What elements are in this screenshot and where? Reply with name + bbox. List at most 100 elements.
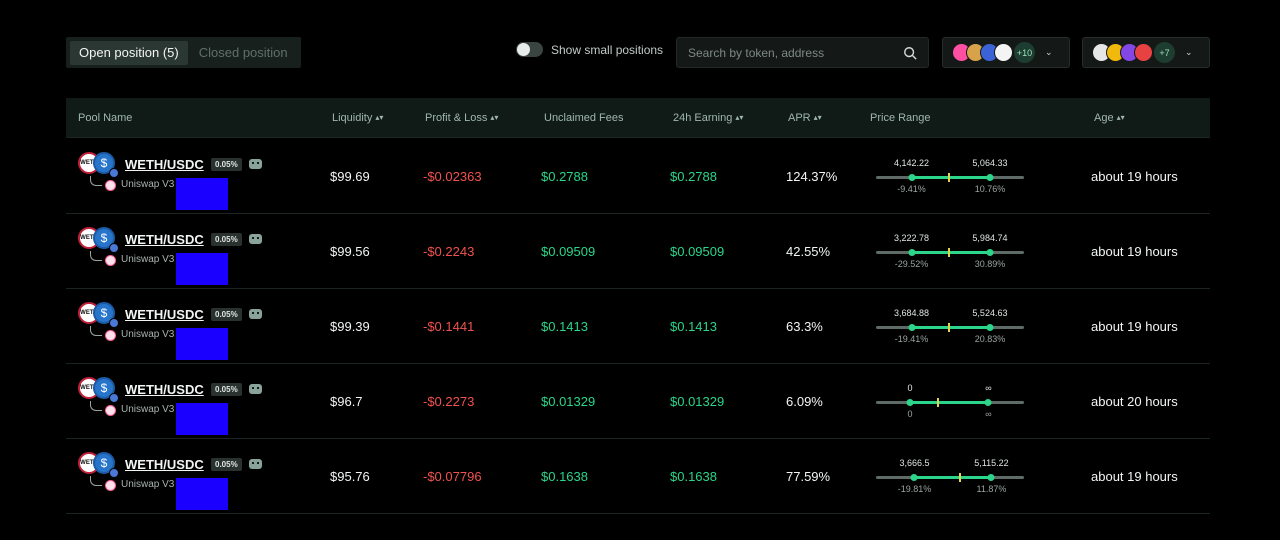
sort-icon[interactable]: ▴▾ [1117,114,1125,122]
pnl-value: -$0.1441 [423,319,475,334]
connector-line [90,251,102,261]
24h-earning-value: $0.09509 [670,244,725,259]
small-positions-toggle-group: Show small positions [516,42,663,57]
dex-name: Uniswap V3 [121,329,175,340]
range-fill [911,326,990,329]
search-icon[interactable] [903,46,917,60]
dex-name: Uniswap V3 [121,179,175,190]
range-min-percent: -19.81% [897,484,932,494]
chevron-down-icon: ⌄ [1185,47,1193,57]
pnl-value: -$0.2243 [423,244,475,259]
sort-icon[interactable]: ▴▾ [490,114,498,122]
range-max-handle [984,399,992,406]
table-row[interactable]: WETH $ WETH/USDC 0.05% Uniswap V3 $96.7 … [66,364,1210,439]
fee-tier-badge: 0.05% [211,233,242,246]
range-min-handle [906,399,914,406]
pool-pair-link[interactable]: WETH/USDC [125,157,204,172]
dex-logo-icon [994,43,1013,62]
range-min-price: 4,142.22 [893,158,930,168]
header-24h-earning[interactable]: 24h Earning ▴▾ [673,98,743,138]
apr-value: 6.09% [786,394,823,409]
dex-filter-dropdown[interactable]: +10 ⌄ [942,37,1070,68]
range-fill [911,176,990,179]
sort-icon[interactable]: ▴▾ [375,114,383,122]
sort-icon[interactable]: ▴▾ [735,114,743,122]
range-min-percent: -19.41% [894,334,929,344]
unclaimed-fees-value: $0.01329 [541,394,596,409]
robot-icon[interactable] [249,159,262,169]
connector-line [90,401,102,411]
robot-icon[interactable] [249,459,262,469]
small-positions-label: Show small positions [551,42,664,57]
table-row[interactable]: WETH $ WETH/USDC 0.05% Uniswap V3 $95.76… [66,439,1210,514]
connector-line [90,176,102,186]
range-max-price: 5,524.63 [972,308,1008,318]
more-count-badge: +7 [1154,42,1175,63]
dex-name: Uniswap V3 [121,404,175,415]
robot-icon[interactable] [249,384,262,394]
range-max-handle [986,324,994,331]
unclaimed-fees-value: $0.2788 [541,169,588,184]
range-max-percent: 30.89% [974,259,1006,269]
uniswap-icon [105,480,116,491]
apr-value: 42.55% [786,244,831,259]
header-profit-loss[interactable]: Profit & Loss ▴▾ [425,98,498,138]
robot-icon[interactable] [249,234,262,244]
pnl-value: -$0.2273 [423,394,475,409]
24h-earning-value: $0.01329 [670,394,725,409]
search-input[interactable] [688,45,903,60]
table-row[interactable]: WETH $ WETH/USDC 0.05% Uniswap V3 $99.39… [66,289,1210,364]
dex-name: Uniswap V3 [121,254,175,265]
tab-closed-positions[interactable]: Closed position [190,41,297,65]
tab-open-positions[interactable]: Open position (5) [70,40,188,65]
chevron-down-icon: ⌄ [1045,47,1053,57]
uniswap-icon [105,180,116,191]
price-range-bar: 3,684.88 5,524.63 -19.41% 20.83% [876,307,1026,347]
range-min-handle [908,249,916,256]
price-range-bar: 4,142.22 5,064.33 -9.41% 10.76% [876,157,1026,197]
table-row[interactable]: WETH $ WETH/USDC 0.05% Uniswap V3 $99.56… [66,214,1210,289]
pool-pair-link[interactable]: WETH/USDC [125,232,204,247]
avalanche-icon [1134,43,1153,62]
liquidity-value: $95.76 [330,469,370,484]
range-max-price: 5,115.22 [974,458,1009,468]
pool-pair-link[interactable]: WETH/USDC [125,457,204,472]
small-positions-toggle[interactable] [516,42,543,57]
liquidity-value: $99.39 [330,319,370,334]
range-min-handle [908,174,916,181]
chain-badge-icon [109,393,119,403]
redacted-area [176,478,228,510]
range-min-price: 3,666.5 [899,458,930,468]
robot-icon[interactable] [249,309,262,319]
fee-tier-badge: 0.05% [211,383,242,396]
uniswap-icon [105,330,116,341]
search-box [676,37,929,68]
header-liquidity[interactable]: Liquidity ▴▾ [332,98,383,138]
range-min-handle [910,474,918,481]
unclaimed-fees-value: $0.09509 [541,244,596,259]
connector-line [90,476,102,486]
pnl-value: -$0.02363 [423,169,482,184]
position-tabs: Open position (5) Closed position [66,37,301,68]
range-fill [911,251,990,254]
sort-icon[interactable]: ▴▾ [814,114,822,122]
range-max-price: ∞ [985,383,992,393]
chain-filter-dropdown[interactable]: +7 ⌄ [1082,37,1210,68]
pool-pair-link[interactable]: WETH/USDC [125,307,204,322]
current-price-marker [937,398,940,407]
table-row[interactable]: WETH $ WETH/USDC 0.05% Uniswap V3 $99.69… [66,139,1210,214]
header-age[interactable]: Age ▴▾ [1094,98,1125,138]
header-price-range: Price Range [870,112,931,124]
range-fill [914,476,992,479]
fee-tier-badge: 0.05% [211,158,242,171]
pool-pair-link[interactable]: WETH/USDC [125,382,204,397]
current-price-marker [959,473,962,482]
range-min-handle [908,324,916,331]
24h-earning-value: $0.1638 [670,469,717,484]
header-apr[interactable]: APR ▴▾ [788,98,822,138]
header-unclaimed-fees: Unclaimed Fees [544,112,624,124]
fee-tier-badge: 0.05% [211,308,242,321]
connector-line [90,326,102,336]
chain-badge-icon [109,243,119,253]
dex-icons [952,43,1013,62]
